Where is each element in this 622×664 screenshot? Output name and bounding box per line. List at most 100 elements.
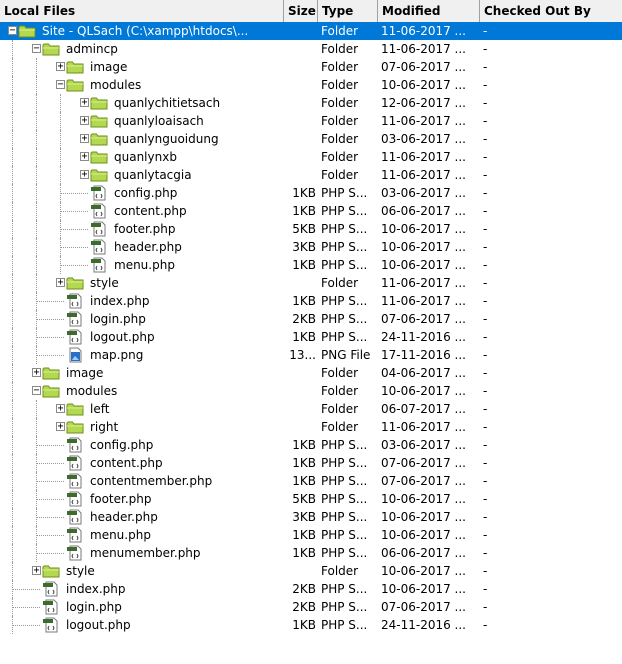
type-cell: Folder [321,96,359,110]
expand-toggle-icon[interactable]: + [56,422,65,432]
tree-file-row[interactable]: contentmember.php 1KB PHP S... 07-06-2017 .… [0,472,622,490]
tree-folder-row[interactable]: + quanlytacgia Folder 11-06-2017 ... - [0,166,622,184]
tree-file-row[interactable]: logout.php 1KB PHP S... 24-11-2016 ... - [0,616,622,634]
item-name: right [90,420,119,434]
tree-folder-row[interactable]: + quanlyloaisach Folder 11-06-2017 ... - [0,112,622,130]
expand-toggle-icon[interactable]: + [32,368,41,378]
collapse-toggle-icon[interactable]: − [56,80,65,90]
tree-folder-row[interactable]: + quanlynguoidung Folder 03-06-2017 ... - [0,130,622,148]
collapse-toggle-icon[interactable]: − [8,26,17,36]
name-cell: + quanlyloaisach [0,112,280,130]
tree-folder-row[interactable]: + left Folder 06-07-2017 ... - [0,400,622,418]
php-file-icon [90,185,108,201]
tree-guide-line [12,274,13,292]
tree-folder-row[interactable]: − admincp Folder 11-06-2017 ... - [0,40,622,58]
tree-folder-row[interactable]: + image Folder 07-06-2017 ... - [0,58,622,76]
column-size[interactable]: Size [284,0,318,22]
tree-guide-line [36,94,37,112]
tree-guide-line [36,238,37,256]
tree-file-row[interactable]: index.php 1KB PHP S... 11-06-2017 ... - [0,292,622,310]
tree-file-row[interactable]: menumember.php 1KB PHP S... 06-06-2017 ... - [0,544,622,562]
modified-cell: 10-06-2017 ... [381,528,466,542]
tree-folder-row[interactable]: + quanlychitietsach Folder 12-06-2017 ... - [0,94,622,112]
tree-guide-line [12,256,13,274]
tree-file-row[interactable]: logout.php 1KB PHP S... 24-11-2016 ... - [0,328,622,346]
tree-file-row[interactable]: content.php 1KB PHP S... 07-06-2017 ... - [0,454,622,472]
item-name: config.php [90,438,154,452]
tree-folder-row[interactable]: + right Folder 11-06-2017 ... - [0,418,622,436]
tree-file-row[interactable]: menu.php 1KB PHP S... 10-06-2017 ... - [0,526,622,544]
expand-toggle-icon[interactable]: + [80,98,89,108]
tree-folder-row[interactable]: + quanlynxb Folder 11-06-2017 ... - [0,148,622,166]
item-name: modules [66,384,118,398]
tree-branch-line [36,535,64,536]
type-cell: Folder [321,384,359,398]
checked-out-cell: - [483,528,488,542]
checked-out-cell: - [483,564,488,578]
checked-out-cell: - [483,276,488,290]
column-type[interactable]: Type [318,0,378,22]
tree-file-row[interactable]: config.php 1KB PHP S... 03-06-2017 ... - [0,184,622,202]
column-local-files[interactable]: Local Files [0,0,284,22]
tree-folder-row[interactable]: + style Folder 11-06-2017 ... - [0,274,622,292]
tree-folder-row[interactable]: − modules Folder 10-06-2017 ... - [0,76,622,94]
tree-guide-line [12,526,13,544]
tree-file-row[interactable]: header.php 3KB PHP S... 10-06-2017 ... - [0,238,622,256]
tree-guide-line [12,436,13,454]
type-cell: Folder [321,132,359,146]
expand-toggle-icon[interactable]: + [80,134,89,144]
expand-toggle-icon[interactable]: + [80,116,89,126]
type-cell: PHP S... [321,600,368,614]
tree-guide-line [12,328,13,346]
column-modified[interactable]: Modified [378,0,480,22]
expand-toggle-icon[interactable]: + [32,566,41,576]
tree-file-row[interactable]: login.php 2KB PHP S... 07-06-2017 ... - [0,310,622,328]
php-file-icon [66,473,84,489]
tree-guide-line [12,562,13,580]
tree-folder-row[interactable]: + style Folder 10-06-2017 ... - [0,562,622,580]
tree-guide-line [12,148,13,166]
tree-file-row[interactable]: menu.php 1KB PHP S... 10-06-2017 ... - [0,256,622,274]
modified-cell: 10-06-2017 ... [381,240,466,254]
tree-file-row[interactable]: footer.php 5KB PHP S... 10-06-2017 ... - [0,220,622,238]
name-cell: − modules [0,382,280,400]
expand-toggle-icon[interactable]: + [80,152,89,162]
tree-file-row[interactable]: footer.php 5KB PHP S... 10-06-2017 ... - [0,490,622,508]
tree-file-row[interactable]: index.php 2KB PHP S... 10-06-2017 ... - [0,580,622,598]
expand-toggle-icon[interactable]: + [56,404,65,414]
checked-out-cell: - [483,438,488,452]
tree-guide-line [12,364,13,382]
tree-file-row[interactable]: content.php 1KB PHP S... 06-06-2017 ... - [0,202,622,220]
collapse-toggle-icon[interactable]: − [32,44,41,54]
checked-out-cell: - [483,618,488,632]
name-cell: menu.php [0,256,280,274]
tree-folder-row[interactable]: − Site - QLSach (C:\xampp\htdocs\... Folde… [0,22,622,40]
tree-file-row[interactable]: login.php 2KB PHP S... 07-06-2017 ... - [0,598,622,616]
tree-folder-row[interactable]: + image Folder 04-06-2017 ... - [0,364,622,382]
tree-file-row[interactable]: map.png 13... PNG File 17-11-2016 ... - [0,346,622,364]
name-cell: menu.php [0,526,280,544]
checked-out-cell: - [483,24,488,38]
name-cell: content.php [0,202,280,220]
type-cell: Folder [321,564,359,578]
tree-file-row[interactable]: header.php 3KB PHP S... 10-06-2017 ... - [0,508,622,526]
php-file-icon [90,203,108,219]
name-cell: index.php [0,292,280,310]
tree-file-row[interactable]: config.php 1KB PHP S... 03-06-2017 ... - [0,436,622,454]
type-cell: PHP S... [321,204,368,218]
expand-toggle-icon[interactable]: + [80,170,89,180]
tree-guide-line [12,418,13,436]
tree-guide-line [36,148,37,166]
item-name: header.php [90,510,158,524]
folder-icon [66,401,84,417]
tree-guide-line [12,292,13,310]
size-cell: 1KB [292,438,316,452]
expand-toggle-icon[interactable]: + [56,62,65,72]
expand-toggle-icon[interactable]: + [56,278,65,288]
collapse-toggle-icon[interactable]: − [32,386,41,396]
modified-cell: 04-06-2017 ... [381,366,466,380]
checked-out-cell: - [483,456,488,470]
tree-branch-line [36,445,64,446]
tree-folder-row[interactable]: − modules Folder 10-06-2017 ... - [0,382,622,400]
column-checked-out-by[interactable]: Checked Out By [480,0,622,22]
